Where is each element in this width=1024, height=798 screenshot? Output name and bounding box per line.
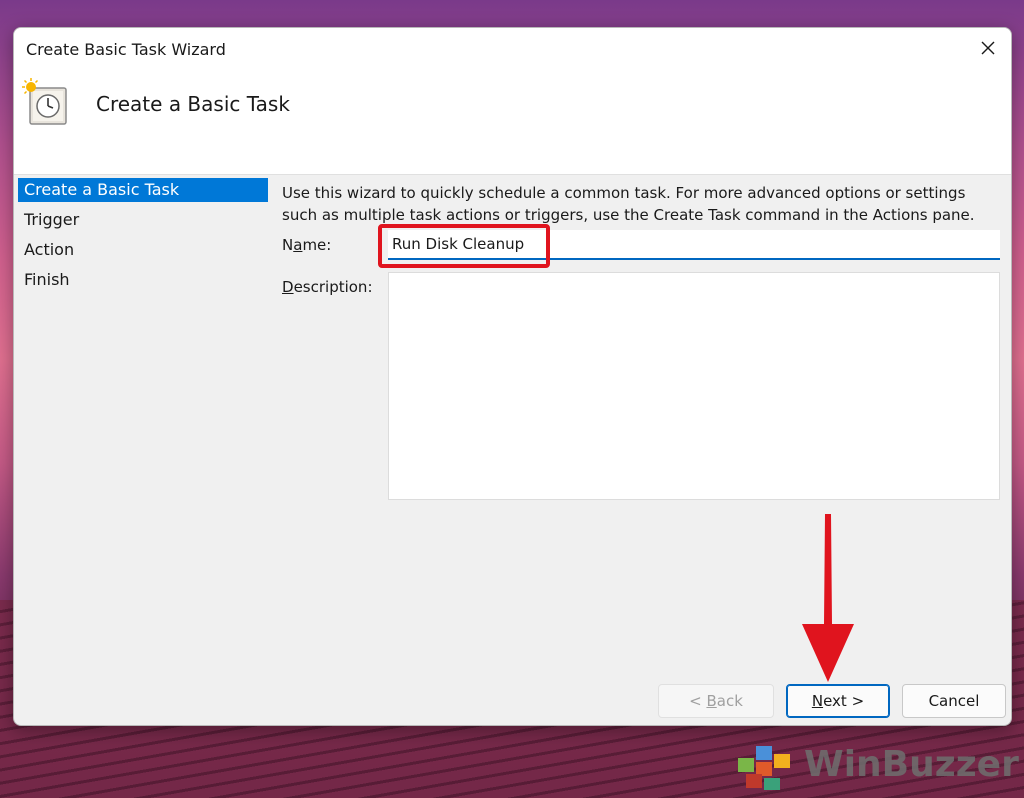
wizard-content: Use this wizard to quickly schedule a co… bbox=[282, 178, 1006, 725]
scheduled-task-clock-icon bbox=[22, 78, 67, 125]
title-bar: Create Basic Task Wizard bbox=[14, 28, 1011, 72]
winbuzzer-watermark: WinBuzzer bbox=[734, 734, 1019, 794]
wizard-steps-sidebar: Create a Basic Task Trigger Action Finis… bbox=[18, 178, 268, 298]
name-input-highlight-box bbox=[378, 224, 550, 268]
sidebar-item-finish[interactable]: Finish bbox=[18, 268, 268, 292]
sidebar-item-create-basic-task[interactable]: Create a Basic Task bbox=[18, 178, 268, 202]
wizard-window: Create Basic Task Wizard Create a Basic … bbox=[13, 27, 1012, 726]
header-title: Create a Basic Task bbox=[96, 92, 290, 116]
winbuzzer-logo-icon bbox=[738, 746, 790, 790]
sidebar-item-trigger[interactable]: Trigger bbox=[18, 208, 268, 232]
description-label: Description: bbox=[282, 278, 373, 296]
watermark-text: WinBuzzer bbox=[804, 743, 1019, 785]
intro-text: Use this wizard to quickly schedule a co… bbox=[282, 184, 975, 224]
name-label: Name: bbox=[282, 236, 332, 254]
close-button[interactable] bbox=[965, 28, 1011, 68]
wizard-header: Create a Basic Task bbox=[14, 72, 1011, 175]
window-title: Create Basic Task Wizard bbox=[26, 40, 226, 59]
back-button[interactable]: < Back bbox=[658, 684, 774, 718]
close-icon bbox=[981, 41, 995, 55]
cancel-button[interactable]: Cancel bbox=[902, 684, 1006, 718]
description-textarea[interactable] bbox=[388, 272, 1000, 500]
red-arrow-annotation-icon bbox=[802, 514, 854, 682]
sidebar-item-action[interactable]: Action bbox=[18, 238, 268, 262]
next-button[interactable]: Next > bbox=[786, 684, 890, 718]
